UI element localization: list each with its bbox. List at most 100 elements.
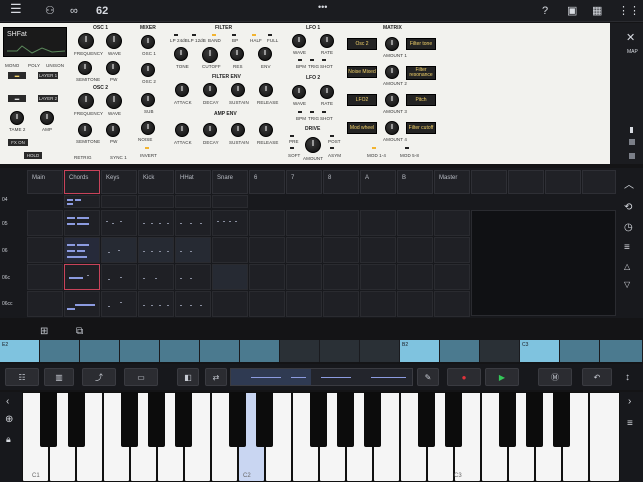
matrix-amount-2-knob[interactable] [385, 65, 399, 79]
piano-black-key[interactable] [68, 392, 85, 447]
drive-post-led[interactable] [330, 135, 334, 137]
clip-cell[interactable] [27, 291, 63, 317]
fenv-decay-knob[interactable] [203, 83, 217, 97]
clip-cell[interactable] [212, 195, 248, 208]
osc2-semitone-knob[interactable] [78, 123, 92, 137]
osc1-frequency-knob[interactable] [78, 33, 94, 49]
clip-view-button[interactable]: ▭ [124, 368, 158, 386]
fenv-release-knob[interactable] [259, 83, 273, 97]
help-icon[interactable]: ? [542, 4, 548, 18]
scene-slot[interactable] [160, 340, 200, 362]
add-scene-icon[interactable]: ⊞ [40, 326, 48, 337]
add-circle-icon[interactable]: ⊕ [5, 414, 13, 425]
track-header-snare[interactable]: Snare [212, 170, 248, 194]
lfo1-trig-led[interactable] [310, 59, 314, 61]
preset-display[interactable]: SHFat [3, 27, 67, 57]
clip-cell[interactable] [64, 195, 100, 208]
matrix-source-4[interactable]: Mod wheel [347, 122, 377, 134]
track-header-main[interactable]: Main [27, 170, 63, 194]
aenv-release-knob[interactable] [259, 123, 273, 137]
track-header-7[interactable]: 7 [286, 170, 322, 194]
matrix-amount-3-knob[interactable] [385, 93, 399, 107]
track-header-6[interactable]: 6 [249, 170, 285, 194]
track-header-keys[interactable]: Keys [101, 170, 137, 194]
osc1-pw-knob[interactable] [106, 61, 120, 75]
clip-cell[interactable] [397, 264, 433, 290]
aenv-sustain-knob[interactable] [231, 123, 245, 137]
clip-cell[interactable] [27, 264, 63, 290]
osc2-wave-knob[interactable] [106, 93, 122, 109]
automation-button[interactable]: ⤴ [82, 368, 116, 386]
rail-indicator-2[interactable] [629, 139, 635, 145]
clip-cell[interactable] [286, 264, 322, 290]
undo-button[interactable]: ↶ [582, 368, 612, 386]
clip-cell[interactable] [434, 210, 470, 236]
edit-button[interactable]: ✎ [417, 368, 439, 386]
piano-black-key[interactable] [121, 392, 138, 447]
piano-black-key[interactable] [553, 392, 570, 447]
clip-cell[interactable] [101, 291, 137, 317]
clip-cell[interactable] [175, 195, 211, 208]
lfo1-bpm-led[interactable] [298, 59, 302, 61]
more-icon[interactable]: ••• [318, 0, 327, 14]
matrix-target-4[interactable]: Filter cutoff [406, 122, 436, 134]
chevron-up-icon[interactable]: ︿ [624, 176, 634, 191]
clock-icon[interactable]: ◷ [624, 222, 633, 233]
piano-white-key[interactable] [589, 392, 620, 482]
lock-icon[interactable]: 🔒︎ [6, 434, 11, 445]
clip-cell[interactable] [138, 291, 174, 317]
aenv-decay-knob[interactable] [203, 123, 217, 137]
piano-black-key[interactable] [445, 392, 462, 447]
clip-cell[interactable] [64, 291, 100, 317]
mixer-osc2-knob[interactable] [141, 63, 155, 77]
track-header-8[interactable]: 8 [323, 170, 359, 194]
clip-cell[interactable] [286, 237, 322, 263]
scene-row-label[interactable]: 05 [2, 221, 24, 227]
bp-led[interactable] [232, 34, 236, 36]
list-icon[interactable]: ≡ [624, 242, 630, 253]
drive-soft-led[interactable] [290, 147, 294, 149]
clip-cell[interactable] [64, 237, 100, 263]
matrix-target-1[interactable]: Filter tone [406, 38, 436, 50]
track-header-empty-2[interactable] [508, 170, 544, 194]
filter-env-knob[interactable] [258, 47, 272, 61]
clip-cell[interactable] [101, 210, 137, 236]
matrix-target-3[interactable]: Pitch [406, 94, 436, 106]
matrix-source-3[interactable]: LFO2 [347, 94, 377, 106]
timeline-overview[interactable] [230, 368, 413, 386]
record-button[interactable]: ● [447, 368, 481, 386]
lfo1-shot-led[interactable] [322, 59, 326, 61]
fenv-attack-knob[interactable] [175, 83, 189, 97]
scene-slot[interactable] [560, 340, 600, 362]
piano-black-key[interactable] [40, 392, 57, 447]
piano-black-key[interactable] [175, 392, 192, 447]
duplicate-icon[interactable]: ⧉ [76, 326, 83, 337]
triangle-up-icon[interactable]: △ [624, 262, 630, 271]
lfo2-rate-knob[interactable] [320, 85, 334, 99]
matrix-amount-1-knob[interactable] [385, 37, 399, 51]
half-led[interactable] [252, 34, 256, 36]
loop-arrows-icon[interactable]: ⟲ [624, 202, 632, 213]
clip-cell[interactable] [434, 264, 470, 290]
clip-cell[interactable] [101, 264, 137, 290]
clip-cell[interactable] [175, 210, 211, 236]
scene-slot[interactable] [200, 340, 240, 362]
lfo2-trig-led[interactable] [310, 111, 314, 113]
lfo2-shot-led[interactable] [322, 111, 326, 113]
invert-led[interactable] [145, 147, 149, 149]
scene-slot[interactable] [360, 340, 400, 362]
fx-button[interactable]: FX ON [8, 139, 28, 146]
piano-black-key[interactable] [256, 392, 273, 447]
clip-cell[interactable] [286, 291, 322, 317]
clip-cell[interactable] [175, 237, 211, 263]
osc2-frequency-knob[interactable] [78, 93, 94, 109]
mixer-noise-knob[interactable] [141, 121, 155, 135]
drive-amount-knob[interactable] [305, 137, 321, 153]
aenv-attack-knob[interactable] [175, 123, 189, 137]
clip-cell[interactable] [212, 237, 248, 263]
track-header-empty-4[interactable] [582, 170, 616, 194]
band-led[interactable] [212, 34, 216, 36]
osc1-wave-knob[interactable] [106, 33, 122, 49]
scene-slot[interactable] [440, 340, 480, 362]
clip-cell[interactable] [360, 264, 396, 290]
